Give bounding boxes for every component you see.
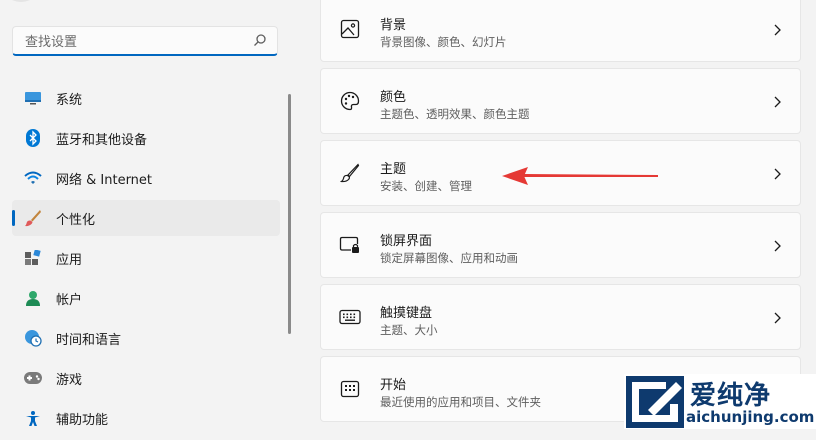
apps-icon (24, 249, 42, 267)
sidebar-item-gaming[interactable]: 游戏 (12, 360, 280, 396)
sidebar-item-apps[interactable]: 应用 (12, 240, 280, 276)
setting-subtitle: 最近使用的应用和项目、文件夹 (380, 395, 541, 409)
search-box[interactable] (12, 26, 278, 56)
sidebar-scrollbar[interactable] (288, 94, 291, 334)
setting-title: 触摸键盘 (380, 306, 433, 321)
setting-subtitle: 主题色、透明效果、颜色主题 (380, 107, 530, 121)
sidebar-nav: 系统 蓝牙和其他设备 网络 & Internet 个性化 应用 帐户 时间和语言… (12, 80, 280, 440)
setting-title: 颜色 (380, 90, 407, 105)
picture-icon (339, 18, 361, 40)
sidebar-item-label: 辅助功能 (56, 412, 109, 428)
setting-card-lock-screen[interactable]: 锁屏界面 锁定屏幕图像、应用和动画 (320, 212, 801, 278)
setting-title: 背景 (380, 18, 407, 33)
chevron-right-icon (774, 312, 781, 324)
search-icon[interactable] (253, 33, 267, 47)
annotation-arrow (502, 167, 658, 185)
sidebar-item-accessibility[interactable]: 辅助功能 (12, 400, 280, 436)
keyboard-icon (339, 306, 361, 328)
palette-icon (339, 90, 361, 112)
watermark-url: aichunjing.com (686, 408, 815, 426)
chevron-right-icon (774, 24, 781, 36)
globe-clock-icon (24, 329, 42, 347)
accessibility-icon (24, 409, 42, 427)
logo-mark-icon (626, 376, 684, 428)
wifi-icon (24, 169, 42, 187)
start-icon (339, 378, 361, 400)
brush-icon (339, 162, 361, 184)
setting-title: 主题 (380, 162, 407, 177)
watermark-brand: 爱纯净 (690, 381, 772, 411)
sidebar-item-label: 系统 (56, 92, 83, 108)
settings-list: 背景 背景图像、颜色、幻灯片 颜色 主题色、透明效果、颜色主题 主题 安装、创建… (320, 0, 801, 428)
avatar[interactable] (0, 0, 42, 2)
setting-card-background[interactable]: 背景 背景图像、颜色、幻灯片 (320, 0, 801, 62)
sidebar-item-label: 应用 (56, 252, 83, 268)
brush-icon (24, 209, 42, 227)
sidebar-item-network[interactable]: 网络 & Internet (12, 160, 280, 196)
sidebar-item-accounts[interactable]: 帐户 (12, 280, 280, 316)
search-input[interactable] (23, 32, 247, 52)
setting-subtitle: 锁定屏幕图像、应用和动画 (380, 251, 518, 265)
sidebar-item-bluetooth[interactable]: 蓝牙和其他设备 (12, 120, 280, 156)
sidebar-item-label: 游戏 (56, 372, 83, 388)
setting-title: 锁屏界面 (380, 234, 433, 249)
active-indicator (12, 210, 15, 226)
setting-subtitle: 主题、大小 (380, 323, 438, 337)
sidebar-item-label: 时间和语言 (56, 332, 122, 348)
sidebar-item-label: 帐户 (56, 292, 83, 308)
chevron-right-icon (774, 96, 781, 108)
gamepad-icon (24, 369, 42, 387)
sidebar-item-personalization[interactable]: 个性化 (12, 200, 280, 236)
sidebar-item-system[interactable]: 系统 (12, 80, 280, 116)
bluetooth-icon (24, 129, 42, 147)
setting-card-colors[interactable]: 颜色 主题色、透明效果、颜色主题 (320, 68, 801, 134)
sidebar-item-label: 网络 & Internet (56, 172, 153, 188)
setting-subtitle: 背景图像、颜色、幻灯片 (380, 35, 507, 49)
setting-subtitle: 安装、创建、管理 (380, 179, 472, 193)
lock-screen-icon (339, 234, 361, 256)
chevron-right-icon (774, 240, 781, 252)
account-icon (24, 289, 42, 307)
watermark-logo: 爱纯净 aichunjing.com (624, 374, 816, 429)
sidebar-item-label: 个性化 (56, 212, 96, 228)
sidebar-item-label: 蓝牙和其他设备 (56, 132, 148, 148)
setting-card-touch-keyboard[interactable]: 触摸键盘 主题、大小 (320, 284, 801, 350)
sidebar-item-time-language[interactable]: 时间和语言 (12, 320, 280, 356)
monitor-icon (24, 89, 42, 107)
setting-title: 开始 (380, 378, 407, 393)
chevron-right-icon (774, 168, 781, 180)
